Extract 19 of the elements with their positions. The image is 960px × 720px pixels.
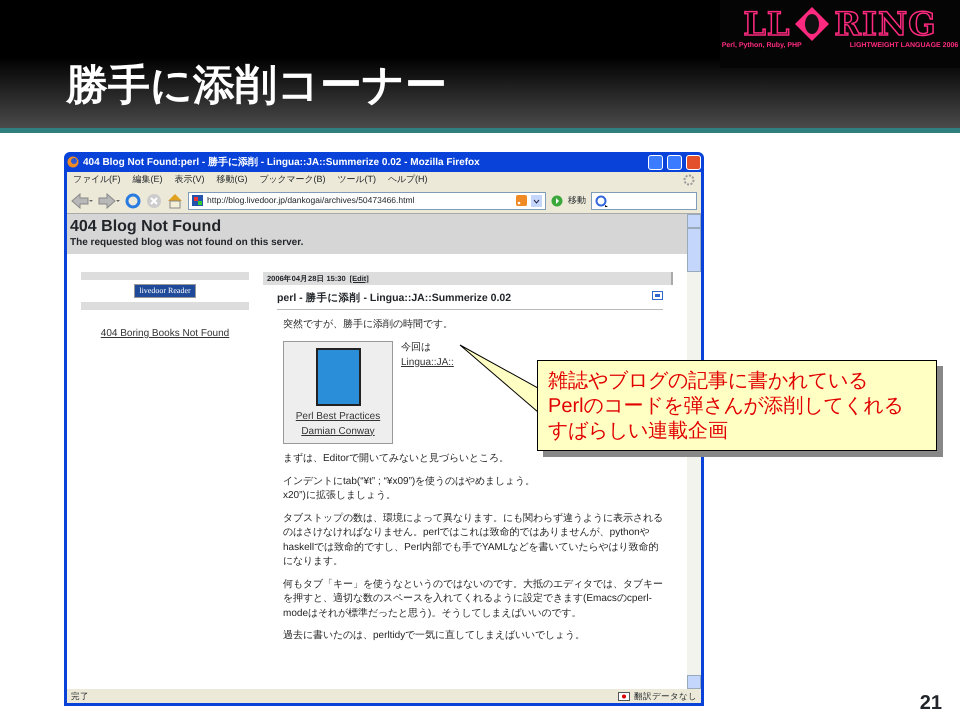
paragraph: x20”)に拡張しましょう。 (283, 489, 397, 504)
logo-word: RING (834, 8, 937, 40)
paragraph: 突然ですが、勝手に添削の時間です。 (283, 318, 454, 332)
status-text: 完了 (71, 690, 89, 702)
window-title: 404 Blog Not Found:perl - 勝手に添削 - Lingua::JA::Summerize 0.02 - Mozilla Firefox (83, 156, 481, 170)
paragraph: 何もタブ「キー」を使うなというのではないのです。大抵のエディタでは、タブキーを押すと、適切な数のスペースを入れてくれるように設定できます(Emacsのcperl-modeはそれが標準だったと思う)。そうしてしまえばいいのです。 (283, 578, 663, 621)
paragraph: 過去に書いたのは、perltidyで一気に直してしまえばいいでしょう。 (283, 629, 586, 644)
error-heading: 404 Blog Not Found (70, 218, 222, 236)
error-message: The requested blog was not found on this server. (70, 236, 304, 250)
paragraph: まずは、Editorで開いてみないと見づらいところ。 (283, 452, 510, 466)
paragraph: インデントにtab(“¥t” ; “¥x09”)を使うのはやめましょう。 (283, 474, 536, 489)
url-text: http://blog.livedoor.jp/dankogai/archives/50473466.html (207, 194, 416, 207)
paragraph: タブストップの数は、環境によって異なります。にも関わらず違うように表示されるのはさけなければなりません。perlではこれは致命的ではありませんが、pythonやhaskellでは致命的ですし、Perl内部でも手でYAMLなどを書いていたらやはり致命的になります。 (283, 512, 663, 570)
logo-word: LL (743, 8, 790, 40)
slide-title: 勝手に添削コーナー (66, 62, 447, 110)
page-number: 21 (920, 691, 942, 716)
translation-status: 翻訳データなし (634, 690, 697, 702)
aside-text: 今回は (401, 341, 432, 356)
post-title: perl - 勝手に添削 - Lingua::JA::Summerize 0.02 (277, 290, 512, 306)
